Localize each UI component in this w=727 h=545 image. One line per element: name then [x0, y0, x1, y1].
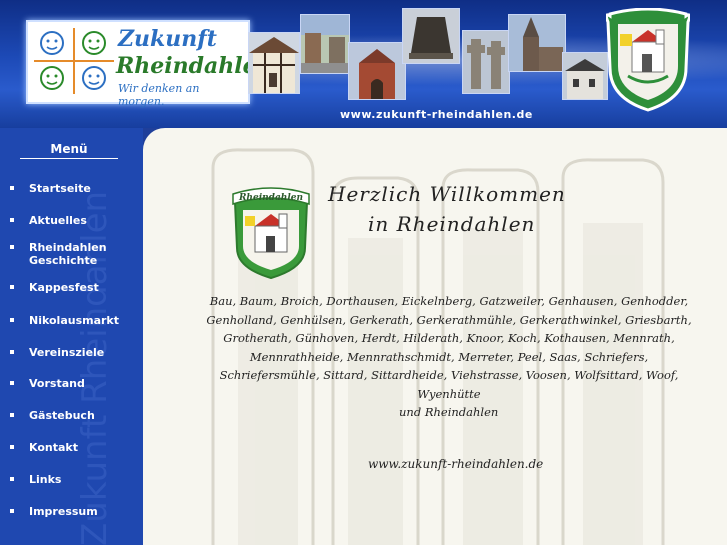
logo-title-line1: Zukunft — [118, 26, 217, 52]
bullet-icon — [10, 218, 14, 222]
nav-item-label: Kontakt — [29, 441, 78, 454]
nav-item-label: Impressum — [29, 505, 98, 518]
stone-cross-photo — [462, 30, 510, 94]
nav-item-label: Links — [29, 473, 62, 486]
church-tower-photo — [508, 14, 566, 72]
nav-item-label: Vereinsziele — [29, 346, 105, 359]
menu-title: Menü — [50, 142, 88, 156]
nav-item-label: Vorstand — [29, 377, 85, 390]
places-text: Bau, Baum, Broich, Dorthausen, Eickelnbe… — [206, 294, 692, 401]
sidebar-menu: Zukunft Rheindahlen Menü Startseite Aktu… — [0, 128, 143, 545]
welcome-heading-line1: Herzlich Willkommen — [328, 182, 566, 206]
bullet-icon — [10, 186, 14, 190]
site-header: Zukunft Rheindahlen Wir denken an morgen… — [0, 0, 727, 128]
site-url-link[interactable]: www.zukunft-rheindahlen.de — [368, 457, 543, 471]
bullet-icon — [10, 413, 14, 417]
nav-item-label: Gästebuch — [29, 409, 95, 422]
main-content: Rheindahlen Herzlich Willkommen in Rhein… — [143, 128, 727, 545]
coat-of-arms-icon — [606, 8, 690, 112]
bullet-icon — [10, 381, 14, 385]
welcome-heading-line2: in Rheindahlen — [368, 212, 536, 236]
bullet-icon — [10, 477, 14, 481]
bell-sculpture-photo — [402, 8, 460, 64]
svg-text:Rheindahlen: Rheindahlen — [238, 193, 303, 203]
nav-item-label: Nikolausmarkt — [29, 314, 120, 327]
brick-church-photo — [348, 42, 406, 100]
half-timbered-house-photo — [248, 32, 300, 94]
places-list: Bau, Baum, Broich, Dorthausen, Eickelnbe… — [199, 292, 699, 422]
bullet-icon — [10, 318, 14, 322]
site-logo[interactable]: Zukunft Rheindahlen Wir denken an morgen… — [26, 20, 273, 108]
village-street-photo — [300, 14, 350, 74]
logo-tagline: Wir denken an morgen. — [118, 82, 200, 108]
bullet-icon — [10, 350, 14, 354]
children-faces-icon — [34, 28, 114, 94]
mill-building-photo — [562, 52, 608, 100]
nav-item-label: Kappesfest — [29, 281, 99, 294]
header-url: www.zukunft-rheindahlen.de — [340, 108, 533, 121]
rheindahlen-crest-icon: Rheindahlen — [232, 187, 310, 280]
bullet-icon — [10, 285, 14, 289]
nav-item-label: Aktuelles — [29, 214, 87, 227]
bullet-icon — [10, 509, 14, 513]
places-tail: und Rheindahlen — [399, 405, 499, 419]
bullet-icon — [10, 245, 14, 249]
nav-item-label: Rheindahlen Geschichte — [29, 241, 107, 267]
nav-item-label: Startseite — [29, 182, 91, 195]
menu-divider — [20, 158, 118, 159]
bullet-icon — [10, 445, 14, 449]
